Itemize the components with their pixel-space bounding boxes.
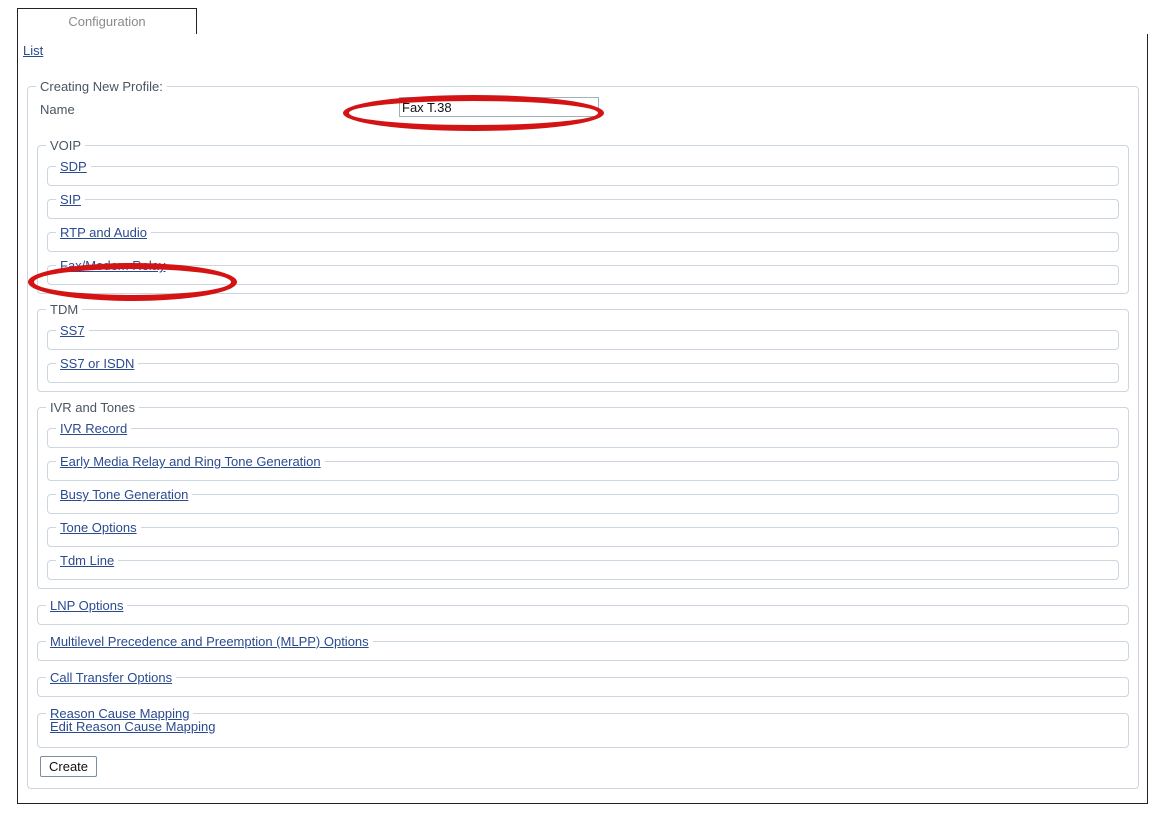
section-rtp-and-audio-legend: RTP and Audio: [56, 225, 151, 240]
section-early-media-relay-legend: Early Media Relay and Ring Tone Generati…: [56, 454, 325, 469]
list-link[interactable]: List: [23, 43, 43, 58]
section-fax-modem-relay-legend: Fax/Modem Relay: [56, 258, 169, 273]
section-mlpp-options-legend: Multilevel Precedence and Preemption (ML…: [46, 634, 373, 649]
group-voip-legend: VOIP: [50, 138, 82, 153]
link-ss7-or-isdn[interactable]: SS7 or ISDN: [60, 356, 134, 371]
section-tone-options: Tone Options: [47, 520, 1119, 547]
page-content: List Creating New Profile: Name VOIP SDP…: [17, 34, 1148, 804]
section-tdm-line: Tdm Line: [47, 553, 1119, 580]
link-ss7[interactable]: SS7: [60, 323, 85, 338]
section-lnp-options: LNP Options: [37, 598, 1129, 625]
section-tdm-line-legend: Tdm Line: [56, 553, 118, 568]
link-ivr-record[interactable]: IVR Record: [60, 421, 127, 436]
section-sdp-legend: SDP: [56, 159, 91, 174]
section-early-media-relay: Early Media Relay and Ring Tone Generati…: [47, 454, 1119, 481]
tab-configuration[interactable]: Configuration: [17, 8, 197, 35]
link-sdp[interactable]: SDP: [60, 159, 87, 174]
group-tdm: TDM SS7 SS7 or ISDN: [37, 302, 1129, 392]
section-fax-modem-relay: Fax/Modem Relay: [47, 258, 1119, 285]
section-ivr-record-legend: IVR Record: [56, 421, 131, 436]
section-tone-options-legend: Tone Options: [56, 520, 141, 535]
section-sip: SIP: [47, 192, 1119, 219]
section-lnp-options-legend: LNP Options: [46, 598, 127, 613]
creating-new-profile-legend: Creating New Profile:: [40, 79, 163, 94]
link-lnp-options[interactable]: LNP Options: [50, 598, 123, 613]
link-edit-reason-cause-mapping[interactable]: Edit Reason Cause Mapping: [50, 719, 216, 734]
reason-cause-mapping-body: Edit Reason Cause Mapping: [38, 719, 1128, 734]
group-ivr-and-tones-legend: IVR and Tones: [50, 400, 136, 415]
link-busy-tone-generation[interactable]: Busy Tone Generation: [60, 487, 188, 502]
link-fax-modem-relay[interactable]: Fax/Modem Relay: [60, 258, 165, 273]
name-row: Name: [28, 96, 1138, 130]
create-button[interactable]: Create: [40, 756, 98, 777]
section-busy-tone-generation: Busy Tone Generation: [47, 487, 1119, 514]
section-ss7-legend: SS7: [56, 323, 89, 338]
link-rtp-and-audio[interactable]: RTP and Audio: [60, 225, 147, 240]
tab-strip: Configuration: [0, 0, 1169, 35]
link-sip[interactable]: SIP: [60, 192, 81, 207]
link-call-transfer-options[interactable]: Call Transfer Options: [50, 670, 172, 685]
link-early-media-relay[interactable]: Early Media Relay and Ring Tone Generati…: [60, 454, 321, 469]
section-ivr-record: IVR Record: [47, 421, 1119, 448]
group-voip: VOIP SDP SIP RTP and Audio Fax/Modem Rel…: [37, 138, 1129, 294]
group-ivr-and-tones: IVR and Tones IVR Record Early Media Rel…: [37, 400, 1129, 589]
section-rtp-and-audio: RTP and Audio: [47, 225, 1119, 252]
section-mlpp-options: Multilevel Precedence and Preemption (ML…: [37, 634, 1129, 661]
link-tone-options[interactable]: Tone Options: [60, 520, 137, 535]
section-call-transfer-options: Call Transfer Options: [37, 670, 1129, 697]
link-mlpp-options[interactable]: Multilevel Precedence and Preemption (ML…: [50, 634, 369, 649]
name-input[interactable]: [399, 97, 599, 117]
group-tdm-legend: TDM: [50, 302, 79, 317]
breadcrumb: List: [18, 34, 1147, 58]
section-sip-legend: SIP: [56, 192, 85, 207]
section-call-transfer-options-legend: Call Transfer Options: [46, 670, 176, 685]
section-ss7: SS7: [47, 323, 1119, 350]
name-label: Name: [40, 102, 75, 117]
tab-configuration-label: Configuration: [68, 14, 146, 29]
creating-new-profile-fieldset: Creating New Profile: Name VOIP SDP SIP …: [27, 79, 1139, 789]
section-reason-cause-mapping: Reason Cause Mapping Edit Reason Cause M…: [37, 706, 1129, 748]
section-ss7-or-isdn-legend: SS7 or ISDN: [56, 356, 138, 371]
link-tdm-line[interactable]: Tdm Line: [60, 553, 114, 568]
section-ss7-or-isdn: SS7 or ISDN: [47, 356, 1119, 383]
section-sdp: SDP: [47, 159, 1119, 186]
section-busy-tone-generation-legend: Busy Tone Generation: [56, 487, 192, 502]
